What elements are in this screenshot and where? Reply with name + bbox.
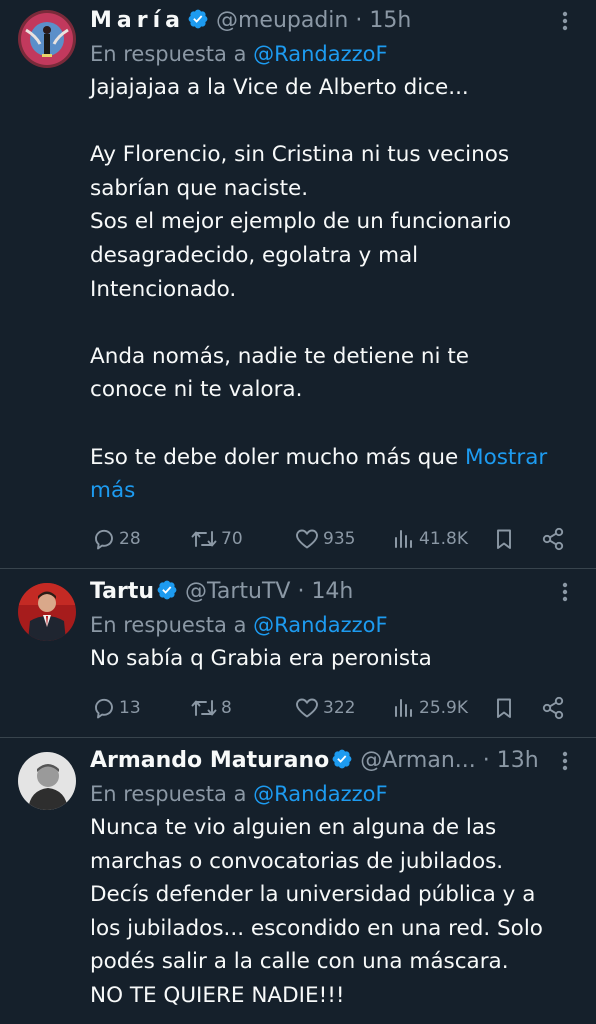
timestamp[interactable]: 15h — [369, 8, 411, 33]
separator-dot: · — [355, 8, 363, 33]
verified-badge-icon — [157, 580, 177, 600]
tweet-text-content: No sabía q Grabia era peronista — [90, 646, 432, 671]
like-count: 322 — [323, 698, 356, 718]
reply-prefix: En respuesta a — [90, 782, 254, 806]
tweet-1[interactable]: María @meupadin · 15h En respuesta a @Ra… — [0, 0, 596, 568]
bookmark-button[interactable] — [492, 693, 516, 723]
views-count: 41.8K — [419, 529, 468, 549]
avatar-armando[interactable] — [18, 752, 76, 810]
display-name[interactable]: Armando Maturano — [90, 748, 329, 773]
tweet-3[interactable]: Armando Maturano @Arman... · 13h En resp… — [0, 738, 596, 1024]
verified-badge-icon — [188, 9, 208, 29]
views-button[interactable]: 25.9K — [392, 693, 468, 723]
tweet-text: No sabía q Grabia era peronista — [90, 642, 576, 676]
retweet-button[interactable]: 70 — [190, 524, 243, 554]
views-icon — [395, 699, 412, 717]
verified-badge-icon — [332, 749, 352, 769]
timestamp[interactable]: 14h — [311, 579, 353, 604]
more-icon[interactable] — [554, 575, 576, 609]
retweet-icon — [191, 531, 217, 547]
tweet-header: Armando Maturano @Arman... · 13h — [90, 744, 576, 778]
reply-prefix: En respuesta a — [90, 42, 254, 66]
action-bar: 13 8 322 25.9K — [90, 693, 576, 723]
share-button[interactable] — [540, 693, 566, 723]
action-bar: 28 70 935 41.8K — [90, 524, 576, 554]
handle[interactable]: @Arman... — [360, 748, 476, 773]
bookmark-button[interactable] — [492, 524, 516, 554]
tweet-2[interactable]: Tartu @TartuTV · 14h En respuesta a @Ran… — [0, 569, 596, 737]
reply-icon — [95, 698, 113, 719]
bookmark-icon — [497, 529, 511, 549]
reply-prefix: En respuesta a — [90, 613, 254, 637]
reply-mention-link[interactable]: @RandazzoF — [253, 613, 387, 637]
like-icon — [296, 529, 318, 549]
tweet-text: Nunca te vio alguien en alguna de las ma… — [90, 811, 576, 1013]
handle[interactable]: @TartuTV — [185, 579, 290, 604]
more-icon[interactable] — [554, 744, 576, 778]
retweet-count: 8 — [221, 698, 232, 718]
views-button[interactable]: 41.8K — [392, 524, 468, 554]
reply-count: 13 — [119, 698, 141, 718]
reply-count: 28 — [119, 529, 141, 549]
reply-context: En respuesta a @RandazzoF — [90, 609, 576, 641]
timestamp[interactable]: 13h — [497, 748, 539, 773]
separator-dot: · — [482, 748, 490, 773]
tweet-text: Jajajajaa a la Vice de Alberto dice... A… — [90, 71, 576, 508]
avatar-image — [18, 583, 76, 641]
separator-dot: · — [297, 579, 305, 604]
reply-mention-link[interactable]: @RandazzoF — [253, 42, 387, 66]
share-icon — [542, 696, 564, 720]
share-button[interactable] — [540, 524, 566, 554]
reply-icon — [95, 529, 113, 550]
reply-button[interactable]: 28 — [92, 524, 141, 554]
handle[interactable]: @meupadin — [216, 8, 348, 33]
retweet-button[interactable]: 8 — [190, 693, 232, 723]
avatar-image — [18, 10, 76, 68]
more-icon[interactable] — [554, 4, 576, 38]
tweet-header: Tartu @TartuTV · 14h — [90, 575, 576, 609]
like-button[interactable]: 322 — [294, 693, 355, 723]
bookmark-icon — [497, 698, 511, 718]
views-count: 25.9K — [419, 698, 468, 718]
like-button[interactable]: 935 — [294, 524, 355, 554]
retweet-count: 70 — [221, 529, 243, 549]
tweet-text-content: Jajajajaa a la Vice de Alberto dice... A… — [90, 75, 512, 470]
like-icon — [296, 698, 318, 718]
tweet-header: María @meupadin · 15h — [90, 4, 576, 38]
avatar-tartu[interactable] — [18, 583, 76, 641]
like-count: 935 — [323, 529, 356, 549]
display-name[interactable]: María — [90, 8, 185, 33]
display-name[interactable]: Tartu — [90, 579, 154, 604]
views-icon — [395, 530, 412, 548]
retweet-icon — [191, 700, 217, 716]
reply-button[interactable]: 13 — [92, 693, 141, 723]
reply-context: En respuesta a @RandazzoF — [90, 38, 576, 70]
avatar-maria[interactable] — [18, 10, 76, 68]
reply-mention-link[interactable]: @RandazzoF — [253, 782, 387, 806]
tweet-text-content: Nunca te vio alguien en alguna de las ma… — [90, 815, 543, 1008]
avatar-image — [18, 752, 76, 810]
share-icon — [542, 527, 564, 551]
reply-context: En respuesta a @RandazzoF — [90, 778, 576, 810]
